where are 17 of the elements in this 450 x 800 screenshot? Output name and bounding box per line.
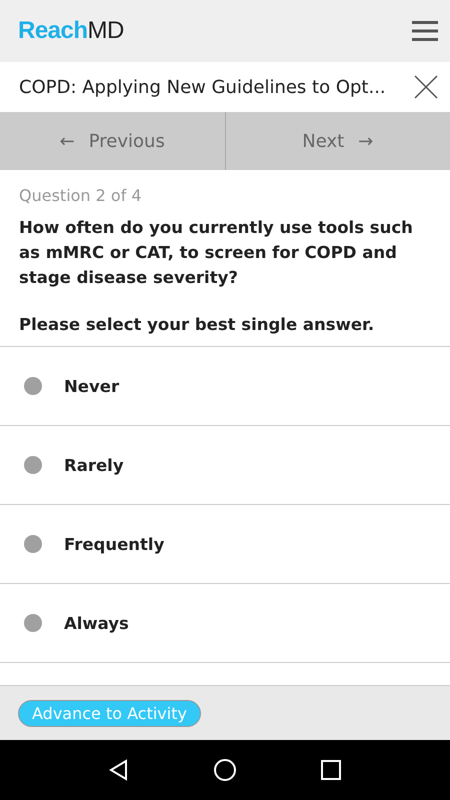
question-counter: Question 2 of 4 [19, 186, 143, 205]
radio-button[interactable] [24, 535, 42, 553]
home-icon[interactable] [213, 758, 237, 782]
question-text: How often do you currently use tools such as mMRC or CAT, to screen for COPD and stage disease severity? [19, 217, 414, 289]
recents-icon[interactable] [319, 758, 343, 782]
answer-option[interactable]: Always [0, 584, 450, 663]
close-icon[interactable] [414, 75, 438, 99]
radio-button[interactable] [24, 377, 42, 395]
instruction-text: Please select your best single answer. [19, 315, 376, 334]
activity-title: COPD: Applying New Guidelines to Opt... [19, 76, 386, 98]
radio-button[interactable] [24, 614, 42, 632]
answer-option[interactable]: Rarely [0, 426, 450, 505]
logo: ReachMD [18, 17, 124, 45]
radio-button[interactable] [24, 456, 42, 474]
menu-icon[interactable] [412, 20, 438, 42]
answer-option[interactable]: Frequently [0, 505, 450, 584]
answer-option[interactable]: Never [0, 347, 450, 426]
